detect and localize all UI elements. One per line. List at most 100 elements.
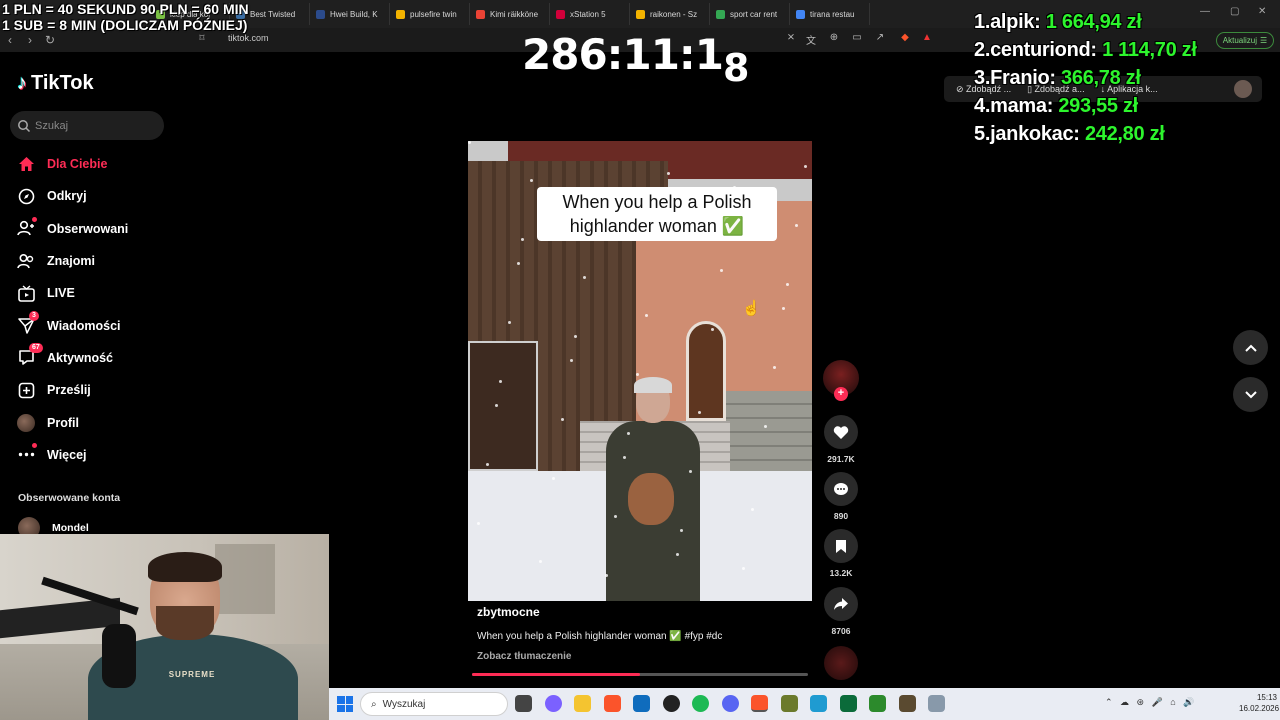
update-button[interactable]: Aktualizuj ☰ — [1216, 32, 1274, 49]
video-description: When you help a Polish highlander woman … — [477, 631, 723, 642]
browser-profile-avatar[interactable] — [1234, 80, 1252, 98]
sidebar-item-profil[interactable]: Profil — [17, 406, 177, 438]
search-input[interactable] — [35, 119, 155, 132]
sidebar-item-obserwowani[interactable]: Obserwowani — [17, 213, 177, 245]
game-icon[interactable] — [781, 695, 798, 712]
sidebar-item-wiadomości[interactable]: 3 Wiadomości — [17, 309, 177, 341]
notification-badge: 3 — [29, 310, 39, 321]
store-icon[interactable] — [633, 695, 650, 712]
windows-start-icon[interactable] — [337, 696, 353, 712]
sidebar-item-znajomi[interactable]: Znajomi — [17, 245, 177, 277]
leaderboard-rank: 4. — [974, 95, 991, 117]
file-explorer-icon[interactable] — [574, 695, 591, 712]
notification-dot — [32, 216, 37, 222]
heart-icon — [833, 425, 849, 439]
see-translation-link[interactable]: Zobacz tłumaczenie — [477, 651, 571, 662]
league-icon[interactable] — [899, 695, 916, 712]
close-icon[interactable]: ✕ — [1258, 6, 1266, 17]
snowflake — [508, 321, 511, 324]
discord-icon[interactable] — [722, 695, 739, 712]
calculator-icon[interactable] — [928, 695, 945, 712]
browser-tab[interactable]: raikonen - Sz — [630, 3, 710, 25]
mute-icon[interactable]: ⨯ — [784, 32, 798, 46]
browser-tab[interactable]: Hwei Build, K — [310, 3, 390, 25]
friends-icon — [17, 252, 35, 270]
system-tray-icons[interactable]: ⌃ ☁ ⊛ 🎤 ⌂ 🔊 — [1105, 697, 1194, 708]
browser-tab[interactable]: tirana restau — [790, 3, 870, 25]
share-icon[interactable]: ↗ — [873, 32, 887, 46]
app-icon[interactable] — [869, 695, 886, 712]
save-button[interactable] — [824, 529, 858, 563]
url-field[interactable]: tiktok.com — [228, 33, 269, 43]
video-author[interactable]: zbytmocne — [477, 605, 540, 619]
sidebar-item-prześlij[interactable]: Prześlij — [17, 374, 177, 406]
followed-account-name: Mondel — [52, 522, 89, 534]
snowflake — [614, 515, 617, 518]
music-disc[interactable] — [824, 646, 858, 680]
leaderboard-amount: 366,78 zł — [1061, 67, 1141, 89]
browser-tab[interactable]: xStation 5 — [550, 3, 630, 25]
leaderboard-name: jankokac: — [990, 123, 1080, 145]
live-icon — [17, 284, 35, 302]
webcam-shelf — [215, 544, 275, 614]
browser-tab[interactable]: Kimi räikköne — [470, 3, 550, 25]
snowflake — [782, 307, 785, 310]
tiktok-logo[interactable]: ♪ TikTok — [17, 72, 94, 95]
sidebar-item-odkryj[interactable]: Odkryj — [17, 180, 177, 212]
search-box[interactable] — [10, 111, 164, 140]
copilot-icon[interactable] — [545, 695, 562, 712]
taskbar-clock[interactable]: 15:13 16.02.2026 — [1239, 692, 1279, 714]
video-progress-bar[interactable] — [472, 673, 808, 676]
comment-icon — [834, 482, 848, 495]
video-player[interactable]: When you help a Polish highlander woman … — [468, 141, 812, 601]
leaderboard-row: 1.alpik: 1 664,94 zł — [974, 8, 1197, 36]
sidebar-item-dla-ciebie[interactable]: Dla Ciebie — [17, 148, 177, 180]
video-dog — [628, 473, 674, 525]
task-view-icon[interactable] — [515, 695, 532, 712]
taskbar-search-placeholder: Wyszukaj — [382, 698, 426, 710]
excel-icon[interactable] — [840, 695, 857, 712]
minimize-icon[interactable]: — — [1200, 6, 1210, 17]
share-button[interactable] — [824, 587, 858, 621]
rewards-icon[interactable]: ▲ — [920, 32, 934, 46]
snowflake — [773, 366, 776, 369]
tab-label: Hwei Build, K — [330, 9, 378, 19]
taskbar-search[interactable]: ⌕ Wyszukaj — [360, 692, 508, 716]
browser-tab[interactable]: pulsefire twin — [390, 3, 470, 25]
zoom-icon[interactable]: ⊕ — [827, 32, 841, 46]
follow-plus-icon[interactable]: + — [834, 387, 848, 401]
brave-active-icon[interactable] — [751, 695, 768, 712]
snowflake — [539, 560, 542, 563]
sidebar-item-aktywność[interactable]: 67 Aktywność — [17, 342, 177, 374]
reload-icon[interactable]: ↻ — [40, 33, 60, 47]
notepad-icon[interactable] — [810, 695, 827, 712]
bookmark-icon[interactable]: ⌑ — [192, 33, 212, 44]
obs-icon[interactable] — [663, 695, 680, 712]
sidebar-item-label: Obserwowani — [47, 221, 129, 236]
tab-favicon-icon — [636, 9, 645, 19]
comment-button[interactable] — [824, 472, 858, 506]
sidebar-item-live[interactable]: LIVE — [17, 277, 177, 309]
browser-tab[interactable]: sport car rent — [710, 3, 790, 25]
translate-icon[interactable]: 文 — [804, 32, 818, 47]
back-icon[interactable]: ‹ — [0, 33, 20, 47]
snowflake — [521, 238, 524, 241]
webcam-streamer-beard — [156, 606, 214, 640]
following-icon — [17, 216, 37, 238]
video-barn-door — [468, 341, 538, 471]
spotify-icon[interactable] — [692, 695, 709, 712]
maximize-icon[interactable]: ▢ — [1230, 6, 1239, 17]
leaderboard-name: Franio: — [990, 67, 1056, 89]
cast-icon[interactable]: ▭ — [850, 32, 864, 46]
brave-taskbar-icon[interactable] — [604, 695, 621, 712]
leaderboard-row: 3.Franio: 366,78 zł — [974, 64, 1197, 92]
brave-icon[interactable]: ◆ — [898, 32, 912, 46]
forward-icon[interactable]: › — [20, 33, 40, 47]
tab-label: sport car rent — [730, 9, 778, 19]
sidebar-item-więcej[interactable]: Więcej — [17, 439, 177, 471]
next-video-button[interactable] — [1233, 377, 1268, 412]
previous-video-button[interactable] — [1233, 330, 1268, 365]
snowflake — [698, 411, 701, 414]
snowflake — [689, 470, 692, 473]
like-button[interactable] — [824, 415, 858, 449]
